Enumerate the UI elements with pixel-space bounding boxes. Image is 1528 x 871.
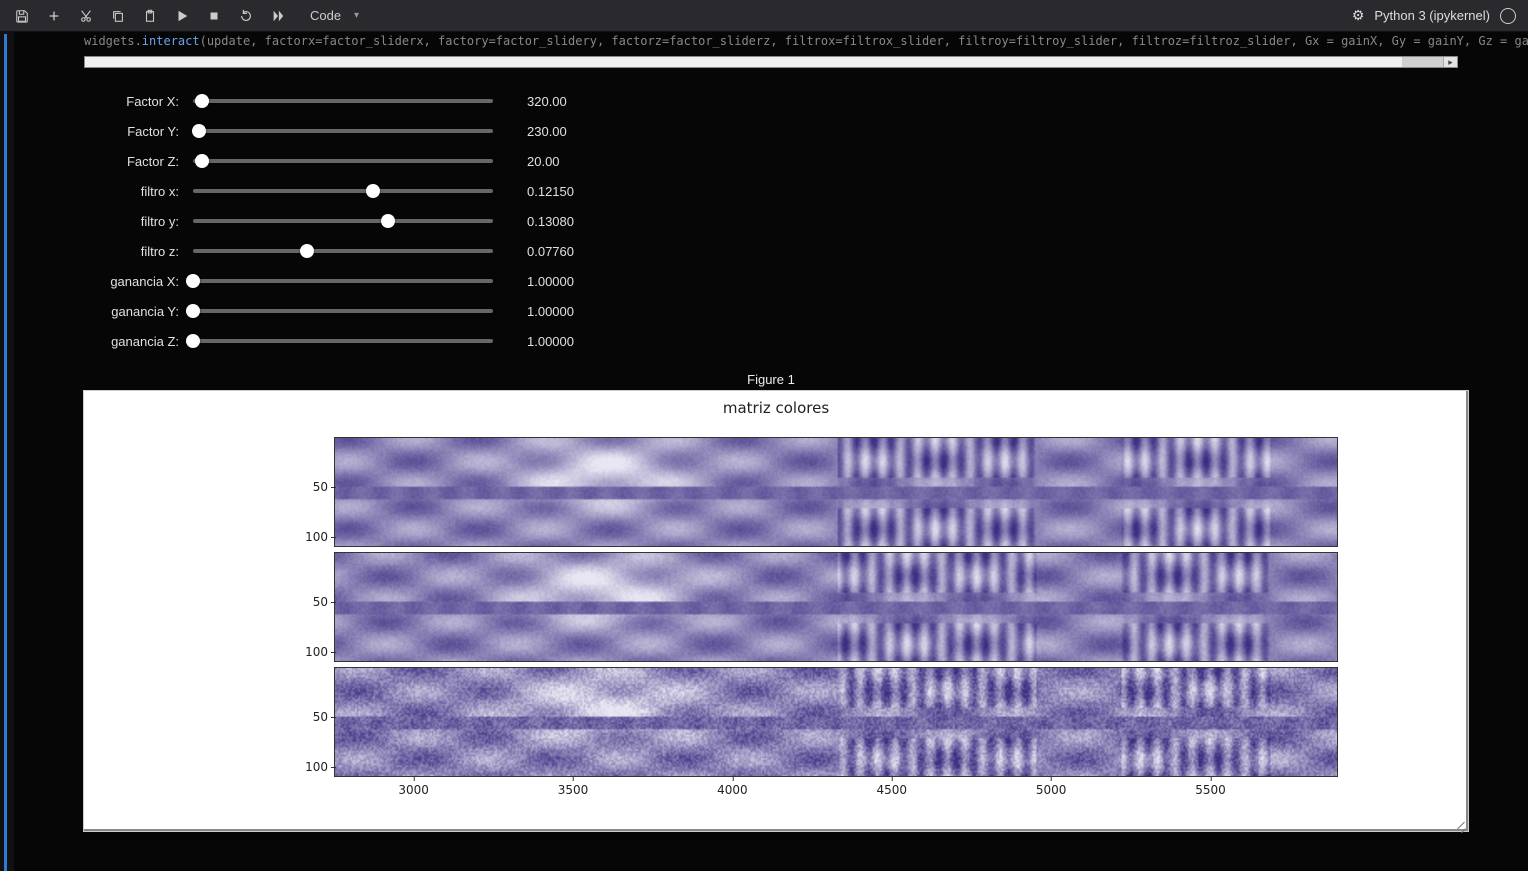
- code-rest: (update, factorx=factor_sliderx, factory…: [200, 34, 1528, 48]
- cut-button[interactable]: [72, 4, 100, 28]
- slider-value: 0.07760: [507, 244, 587, 259]
- cell-type-select[interactable]: Code ▾: [302, 6, 363, 25]
- slider[interactable]: [193, 129, 493, 133]
- resize-handle-icon[interactable]: [1454, 817, 1466, 829]
- slider-row: ganancia Z: 1.00000: [84, 326, 1528, 356]
- slider[interactable]: [193, 339, 493, 343]
- slider-row: Factor Y: 230.00: [84, 116, 1528, 146]
- slider-row: ganancia X: 1.00000: [84, 266, 1528, 296]
- slider-thumb[interactable]: [186, 304, 200, 318]
- slider-value: 230.00: [507, 124, 587, 139]
- cell-type-label: Code: [302, 6, 363, 25]
- heatmap-canvas-2: [335, 553, 1337, 661]
- y-tick: 100: [294, 645, 328, 659]
- subplot-3: [334, 667, 1338, 777]
- notebook-toolbar: Code ▾ ⚙ Python 3 (ipykernel): [0, 0, 1528, 32]
- heatmap-canvas-1: [335, 438, 1337, 546]
- restart-run-all-button[interactable]: [264, 4, 292, 28]
- slider[interactable]: [193, 279, 493, 283]
- slider-thumb[interactable]: [186, 274, 200, 288]
- run-button[interactable]: [168, 4, 196, 28]
- y-tick: 100: [294, 760, 328, 774]
- slider[interactable]: [193, 189, 493, 193]
- slider-thumb[interactable]: [300, 244, 314, 258]
- slider-row: Factor Z: 20.00: [84, 146, 1528, 176]
- slider-value: 1.00000: [507, 334, 587, 349]
- slider-row: filtro x: 0.12150: [84, 176, 1528, 206]
- slider-thumb[interactable]: [366, 184, 380, 198]
- slider-value: 1.00000: [507, 304, 587, 319]
- slider-thumb[interactable]: [195, 154, 209, 168]
- x-tick: 5000: [1036, 783, 1067, 797]
- slider-thumb[interactable]: [195, 94, 209, 108]
- slider[interactable]: [193, 309, 493, 313]
- code-fn: interact: [142, 34, 200, 48]
- slider-value: 20.00: [507, 154, 587, 169]
- save-button[interactable]: [8, 4, 36, 28]
- slider[interactable]: [193, 219, 493, 223]
- code-prefix: widgets.: [84, 34, 142, 48]
- slider-label: filtro y:: [84, 214, 179, 229]
- code-line[interactable]: widgets.interact(update, factorx=factor_…: [14, 32, 1528, 56]
- horizontal-scrollbar[interactable]: ◂ ▸: [84, 56, 1458, 68]
- paste-button[interactable]: [136, 4, 164, 28]
- notebook-main: widgets.interact(update, factorx=factor_…: [0, 32, 1528, 871]
- slider-label: Factor Z:: [84, 154, 179, 169]
- slider-value: 320.00: [507, 94, 587, 109]
- kernel-name[interactable]: Python 3 (ipykernel): [1374, 8, 1490, 23]
- slider-thumb[interactable]: [192, 124, 206, 138]
- y-tick: 100: [294, 530, 328, 544]
- heatmap-canvas-3: [335, 668, 1337, 776]
- x-tick: 3000: [398, 783, 429, 797]
- stop-button[interactable]: [200, 4, 228, 28]
- slider-value: 1.00000: [507, 274, 587, 289]
- slider-row: filtro z: 0.07760: [84, 236, 1528, 266]
- active-cell-bar: [4, 34, 7, 871]
- figure-label: Figure 1: [14, 372, 1528, 387]
- slider-thumb[interactable]: [381, 214, 395, 228]
- slider-label: filtro x:: [84, 184, 179, 199]
- slider-row: ganancia Y: 1.00000: [84, 296, 1528, 326]
- kernel-status: ⚙ Python 3 (ipykernel): [1352, 7, 1520, 24]
- scroll-right-icon[interactable]: ▸: [1443, 57, 1457, 67]
- slider-label: Factor Y:: [84, 124, 179, 139]
- insert-cell-button[interactable]: [40, 4, 68, 28]
- slider[interactable]: [193, 99, 493, 103]
- slider-value: 0.13080: [507, 214, 587, 229]
- slider-label: ganancia Z:: [84, 334, 179, 349]
- y-tick: 50: [294, 595, 328, 609]
- restart-button[interactable]: [232, 4, 260, 28]
- figure: matriz colores 50 100 50 100 50 100 3000 3500 4…: [84, 391, 1468, 831]
- figure-title: matriz colores: [84, 399, 1468, 417]
- scroll-thumb[interactable]: [85, 57, 1402, 67]
- cell-output: widgets.interact(update, factorx=factor_…: [14, 32, 1528, 871]
- widget-area: Factor X: 320.00 Factor Y: 230.00 Factor Z: 2…: [14, 68, 1528, 366]
- slider-row: filtro y: 0.13080: [84, 206, 1528, 236]
- subplot-1: [334, 437, 1338, 547]
- slider-thumb[interactable]: [186, 334, 200, 348]
- x-tick: 5500: [1195, 783, 1226, 797]
- slider-label: filtro z:: [84, 244, 179, 259]
- slider[interactable]: [193, 159, 493, 163]
- slider-row: Factor X: 320.00: [84, 86, 1528, 116]
- cell-gutter: [0, 32, 14, 871]
- subplot-2: [334, 552, 1338, 662]
- slider-label: ganancia Y:: [84, 304, 179, 319]
- slider-label: Factor X:: [84, 94, 179, 109]
- x-tick: 4500: [876, 783, 907, 797]
- y-tick: 50: [294, 710, 328, 724]
- slider[interactable]: [193, 249, 493, 253]
- kernel-busy-icon: ⚙: [1352, 7, 1365, 24]
- y-tick: 50: [294, 480, 328, 494]
- x-tick: 4000: [717, 783, 748, 797]
- kernel-indicator-icon[interactable]: [1500, 8, 1516, 24]
- copy-button[interactable]: [104, 4, 132, 28]
- x-tick: 3500: [558, 783, 589, 797]
- slider-label: ganancia X:: [84, 274, 179, 289]
- slider-value: 0.12150: [507, 184, 587, 199]
